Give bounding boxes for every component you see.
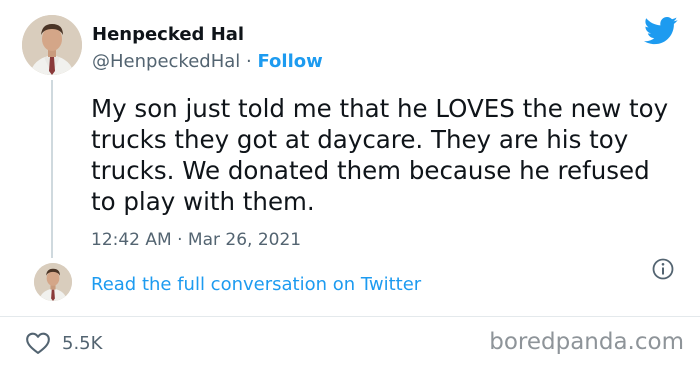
divider	[0, 316, 700, 317]
info-icon[interactable]	[651, 257, 675, 281]
author-display-name[interactable]: Henpecked Hal	[92, 24, 244, 45]
timestamp-separator: ·	[177, 230, 183, 250]
heart-icon[interactable]	[25, 331, 51, 355]
author-handle-row: @HenpeckedHal · Follow	[92, 51, 323, 72]
avatar-image	[22, 15, 82, 75]
author-handle[interactable]: @HenpeckedHal	[92, 51, 240, 72]
tweet-timestamp[interactable]: 12:42 AM · Mar 26, 2021	[91, 230, 301, 250]
tweet-text: My son just told me that he LOVES the ne…	[91, 94, 669, 216]
avatar-image	[34, 263, 72, 301]
like-count: 5.5K	[62, 333, 103, 354]
tweet-time: 12:42 AM	[91, 230, 172, 250]
thread-connector	[51, 80, 53, 258]
handle-separator: ·	[246, 51, 252, 72]
tweet-card: Henpecked Hal @HenpeckedHal · Follow My …	[0, 0, 700, 369]
read-conversation-link[interactable]: Read the full conversation on Twitter	[91, 274, 421, 295]
follow-button[interactable]: Follow	[257, 51, 322, 72]
author-avatar[interactable]	[22, 15, 82, 75]
twitter-bird-icon[interactable]	[644, 16, 678, 46]
reply-avatar[interactable]	[34, 263, 72, 301]
watermark: boredpanda.com	[489, 329, 684, 355]
tweet-date: Mar 26, 2021	[187, 230, 302, 250]
